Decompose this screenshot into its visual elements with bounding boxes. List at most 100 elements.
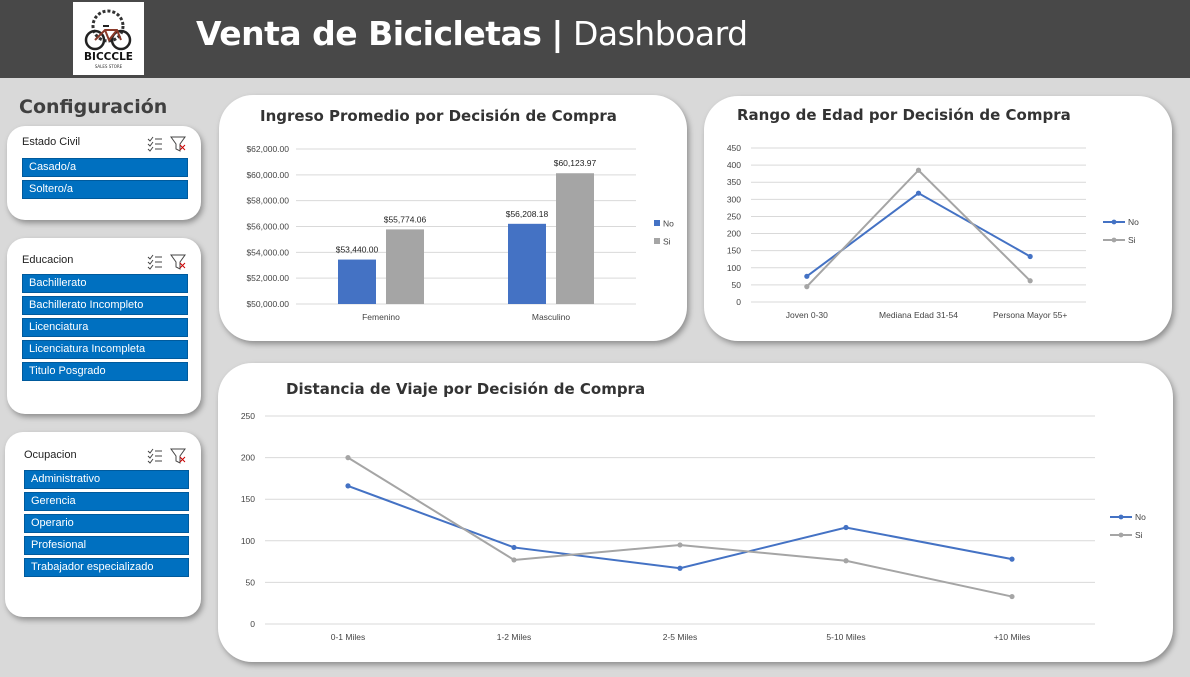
slicer-item-soltero[interactable]: Soltero/a	[22, 180, 188, 199]
y-tick-label: 100	[241, 536, 255, 546]
data-point-si	[511, 557, 517, 563]
data-point-no	[804, 273, 810, 279]
slicer-item-licenciatura-incompleta[interactable]: Licenciatura Incompleta	[22, 340, 188, 359]
x-tick-label: Joven 0-30	[786, 310, 828, 320]
slicer-item-licenciatura[interactable]: Licenciatura	[22, 318, 188, 337]
multi-select-icon[interactable]	[147, 448, 162, 464]
slicer-icons	[147, 254, 186, 270]
chart-card-edad: Rango de Edad por Decisión de Compra 0 50…	[704, 96, 1172, 341]
slicer-item-casado[interactable]: Casado/a	[22, 158, 188, 177]
legend-label: Si	[1135, 530, 1143, 540]
y-tick-label: 300	[727, 194, 741, 204]
y-tick-label: 450	[727, 143, 741, 153]
x-tick-label: Masculino	[532, 312, 571, 322]
data-label: $60,123.97	[554, 158, 597, 168]
income-bar-chart: $50,000.00 $52,000.00 $54,000.00 $56,000.00…	[246, 144, 674, 322]
data-point-no	[1027, 253, 1033, 260]
multi-select-icon[interactable]	[147, 136, 162, 152]
slicer-item-bachillerato-incompleto[interactable]: Bachillerato Incompleto	[22, 296, 188, 315]
slicer-item-profesional[interactable]: Profesional	[24, 536, 189, 555]
slicer-icons	[147, 136, 186, 152]
y-tick-label: 200	[241, 453, 255, 463]
slicer-title: Ocupacion	[24, 449, 77, 461]
slicer-item-administrativo[interactable]: Administrativo	[24, 470, 189, 489]
x-tick-label: Femenino	[362, 312, 400, 322]
y-tick-label: 250	[727, 211, 741, 221]
legend-marker	[1118, 514, 1124, 520]
slicer-item-bachillerato[interactable]: Bachillerato	[22, 274, 188, 293]
legend-marker	[1111, 237, 1117, 243]
legend-swatch	[654, 238, 660, 244]
title-separator: |	[551, 14, 563, 53]
series-line-no	[347, 484, 1013, 570]
age-line-chart: 0 50 100 150 200 250 300 350 400 450 Joven 0-30 Med…	[727, 143, 1139, 320]
y-tick-label: $54,000.00	[246, 247, 289, 257]
slicer-estado-civil: Estado Civil Casado/a Soltero/a	[7, 126, 201, 220]
y-tick-label: $58,000.00	[246, 196, 289, 206]
legend-label: No	[1135, 512, 1146, 522]
series-line-no	[806, 191, 1031, 278]
y-tick-label: 0	[736, 297, 741, 307]
header-bar: BICCCLE SALES STORE Venta de Bicicletas …	[0, 0, 1190, 78]
clear-filter-icon[interactable]	[170, 136, 186, 152]
slicer-item-trabajador-especializado[interactable]: Trabajador especializado	[24, 558, 189, 577]
data-point-si	[345, 455, 351, 461]
x-tick-label: Persona Mayor 55+	[993, 310, 1067, 320]
y-tick-label: 100	[727, 263, 741, 273]
y-tick-label: 250	[241, 411, 255, 421]
y-tick-label: 400	[727, 160, 741, 170]
page-title-main: Venta de Bicicletas	[196, 14, 542, 53]
y-tick-label: $50,000.00	[246, 299, 289, 309]
x-tick-label: 0-1 Miles	[331, 632, 365, 642]
y-tick-label: 200	[727, 229, 741, 239]
logo-tagline: SALES STORE	[95, 64, 123, 69]
multi-select-icon[interactable]	[147, 254, 162, 270]
legend-marker	[1111, 219, 1117, 225]
slicer-title: Educacion	[22, 254, 74, 266]
data-point-si	[843, 558, 849, 564]
legend-swatch	[654, 220, 660, 226]
legend-label: No	[663, 219, 674, 229]
series-line-si	[806, 168, 1031, 288]
y-tick-label: 150	[727, 246, 741, 256]
bar-no	[508, 223, 546, 304]
bar-si	[556, 173, 594, 304]
y-tick-label: $52,000.00	[246, 273, 289, 283]
logo-brand: BICCCLE	[84, 51, 133, 63]
x-tick-label: 1-2 Miles	[497, 632, 531, 642]
bar-si	[386, 229, 424, 304]
series-line-si	[347, 456, 1013, 598]
clear-filter-icon[interactable]	[170, 448, 186, 464]
legend-label: No	[1128, 217, 1139, 227]
data-label: $55,774.06	[384, 214, 427, 224]
x-tick-label: +10 Miles	[994, 632, 1031, 642]
slicer-item-titulo-posgrado[interactable]: Titulo Posgrado	[22, 362, 188, 381]
clear-filter-icon[interactable]	[170, 254, 186, 270]
data-point-si	[804, 284, 810, 290]
x-tick-label: 2-5 Miles	[663, 632, 697, 642]
config-title: Configuración	[19, 96, 168, 118]
slicer-ocupacion: Ocupacion Administrativo Gerencia Operar…	[5, 432, 201, 617]
legend-marker	[1118, 532, 1124, 538]
page-title-sub: Dashboard	[572, 14, 748, 53]
legend-label: Si	[1128, 235, 1136, 245]
slicer-item-operario[interactable]: Operario	[24, 514, 189, 533]
bicycle-logo-icon: BICCCLE SALES STORE	[73, 2, 144, 75]
y-tick-label: $56,000.00	[246, 222, 289, 232]
data-point-no	[511, 544, 517, 551]
y-tick-label: $62,000.00	[246, 144, 289, 154]
bar-no	[338, 259, 376, 304]
distance-line-chart: 0 50 100 150 200 250 0-1 Miles 1-2 Miles 2-5 Mil…	[241, 411, 1146, 642]
slicer-title: Estado Civil	[22, 136, 81, 148]
y-tick-label: $60,000.00	[246, 170, 289, 180]
y-tick-label: 0	[250, 619, 255, 629]
data-point-si	[1027, 278, 1033, 284]
slicer-item-gerencia[interactable]: Gerencia	[24, 492, 189, 511]
data-point-si	[915, 167, 922, 173]
data-point-si	[677, 542, 683, 548]
slicer-icons	[147, 448, 186, 464]
y-tick-label: 50	[246, 577, 256, 587]
legend-label: Si	[663, 237, 671, 247]
data-point-no	[915, 190, 922, 196]
page-title: Venta de Bicicletas | Dashboard	[196, 14, 748, 53]
